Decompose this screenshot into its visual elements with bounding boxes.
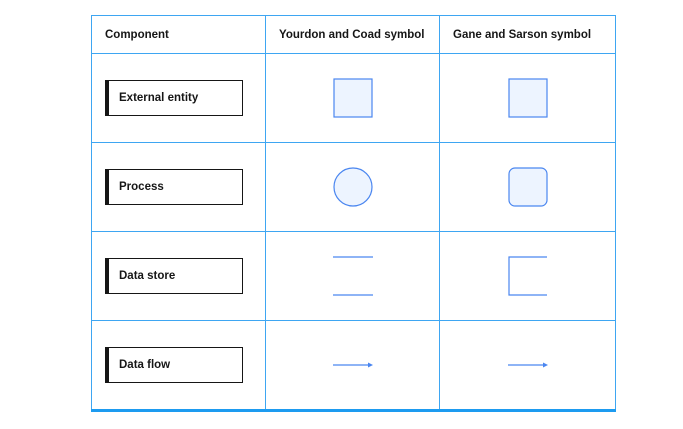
header-yourdon-coad: Yourdon and Coad symbol: [265, 15, 440, 54]
header-component: Component: [91, 15, 266, 54]
diagram-stage: Component Yourdon and Coad symbol Gane a…: [0, 0, 683, 429]
component-cell: External entity: [91, 53, 266, 143]
table-row: Data store: [91, 231, 616, 321]
gane-symbol-cell: [439, 320, 616, 412]
component-label: Data flow: [105, 347, 243, 383]
yourdon-symbol-cell: [265, 142, 440, 232]
gane-symbol-cell: [439, 231, 616, 321]
gane-symbol-cell: [439, 53, 616, 143]
component-cell: Process: [91, 142, 266, 232]
component-cell: Data flow: [91, 320, 266, 412]
square-icon: [507, 78, 548, 118]
component-label: Process: [105, 169, 243, 205]
header-row: Component Yourdon and Coad symbol Gane a…: [91, 15, 616, 54]
yourdon-symbol-cell: [265, 53, 440, 143]
yourdon-symbol-cell: [265, 231, 440, 321]
rounded-square-icon: [507, 167, 548, 207]
square-icon: [332, 78, 373, 118]
component-label: External entity: [105, 80, 243, 116]
table-row: Data flow: [91, 320, 616, 412]
circle-icon: [332, 167, 373, 207]
arrow-right-icon: [507, 362, 548, 368]
gane-symbol-cell: [439, 142, 616, 232]
table-row: External entity: [91, 53, 616, 143]
parallel-lines-icon: [332, 256, 373, 296]
header-gane-sarson: Gane and Sarson symbol: [439, 15, 616, 54]
yourdon-symbol-cell: [265, 320, 440, 412]
component-cell: Data store: [91, 231, 266, 321]
open-rectangle-icon: [507, 256, 547, 296]
dfd-symbol-table: Component Yourdon and Coad symbol Gane a…: [91, 15, 616, 412]
table-row: Process: [91, 142, 616, 232]
arrow-right-icon: [332, 362, 373, 368]
component-label: Data store: [105, 258, 243, 294]
